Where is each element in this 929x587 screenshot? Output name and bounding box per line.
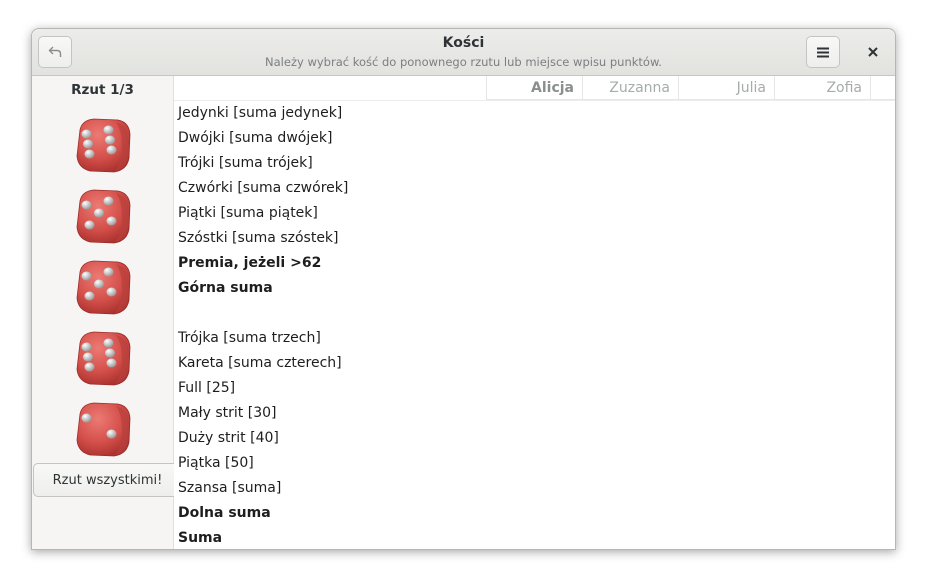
die-pip bbox=[94, 279, 104, 289]
close-button[interactable] bbox=[858, 36, 888, 68]
die-pip bbox=[103, 196, 114, 206]
player-column-alicja: Alicja bbox=[486, 76, 582, 100]
die-5-icon bbox=[76, 260, 131, 315]
die-5[interactable] bbox=[72, 400, 134, 460]
score-category-row[interactable]: Trójki [suma trójek] bbox=[178, 155, 313, 171]
header-divider bbox=[174, 100, 895, 101]
menu-button[interactable] bbox=[806, 36, 840, 68]
roll-counter: Rzut 1/3 bbox=[71, 82, 134, 98]
player-column-julia: Julia bbox=[678, 76, 774, 100]
die-pip bbox=[105, 348, 115, 358]
score-category-row[interactable]: Mały strit [30] bbox=[178, 405, 276, 421]
die-3[interactable] bbox=[72, 258, 134, 318]
score-category-row[interactable]: Dwójki [suma dwójek] bbox=[178, 130, 332, 146]
die-pip bbox=[84, 362, 95, 372]
die-pip bbox=[103, 125, 114, 135]
score-category-row[interactable]: Trójka [suma trzech] bbox=[178, 330, 321, 346]
die-pip bbox=[81, 200, 92, 210]
score-category-row[interactable]: Piątki [suma piątek] bbox=[178, 205, 318, 221]
die-6-icon bbox=[76, 331, 131, 386]
die-pip bbox=[81, 129, 92, 139]
die-pip bbox=[106, 429, 117, 439]
die-pip bbox=[106, 287, 117, 297]
score-category-row[interactable]: Full [25] bbox=[178, 380, 235, 396]
die-pip bbox=[103, 338, 114, 348]
score-category-row[interactable]: Jedynki [suma jedynek] bbox=[178, 105, 342, 121]
die-2-icon bbox=[76, 402, 131, 457]
score-category-row[interactable]: Piątka [50] bbox=[178, 455, 254, 471]
score-total-row: Premia, jeżeli >62 bbox=[178, 255, 322, 271]
score-total-row: Suma bbox=[178, 530, 223, 546]
window-title: Kości bbox=[442, 35, 485, 51]
game-window: Kości Należy wybrać kość do ponownego rz… bbox=[31, 28, 896, 550]
score-category-row[interactable]: Szansa [suma] bbox=[178, 480, 281, 496]
score-category-row[interactable]: Duży strit [40] bbox=[178, 430, 279, 446]
die-pip bbox=[106, 216, 117, 226]
die-pip bbox=[105, 135, 115, 145]
column-edge bbox=[870, 76, 895, 100]
score-category-row[interactable]: Szóstki [suma szóstek] bbox=[178, 230, 339, 246]
header-bar: Kości Należy wybrać kość do ponownego rz… bbox=[32, 29, 895, 76]
hamburger-menu-icon bbox=[817, 47, 829, 57]
roll-all-button[interactable]: Rzut wszystkimi! bbox=[33, 463, 182, 497]
die-pip bbox=[81, 413, 92, 423]
score-total-row: Górna suma bbox=[178, 280, 273, 296]
die-pip bbox=[106, 145, 117, 155]
die-pip bbox=[84, 220, 95, 230]
die-pip bbox=[83, 352, 93, 362]
die-6-icon bbox=[76, 118, 131, 173]
score-category-row[interactable]: Kareta [suma czterech] bbox=[178, 355, 342, 371]
close-icon bbox=[868, 47, 878, 57]
die-1[interactable] bbox=[72, 116, 134, 176]
die-pip bbox=[81, 271, 92, 281]
die-pip bbox=[106, 358, 117, 368]
die-pip bbox=[83, 139, 93, 149]
die-pip bbox=[94, 208, 104, 218]
window-subtitle: Należy wybrać kość do ponownego rzutu lu… bbox=[265, 55, 662, 69]
die-2[interactable] bbox=[72, 187, 134, 247]
die-pip bbox=[84, 149, 95, 159]
score-table: Alicja Zuzanna Julia Zofia Jedynki [suma je… bbox=[174, 76, 895, 549]
score-total-row: Dolna suma bbox=[178, 505, 271, 521]
die-4[interactable] bbox=[72, 329, 134, 389]
die-pip bbox=[103, 267, 114, 277]
die-5-icon bbox=[76, 189, 131, 244]
player-column-zofia: Zofia bbox=[774, 76, 870, 100]
player-column-zuzanna: Zuzanna bbox=[582, 76, 678, 100]
score-category-row[interactable]: Czwórki [suma czwórek] bbox=[178, 180, 348, 196]
die-pip bbox=[84, 291, 95, 301]
die-pip bbox=[81, 342, 92, 352]
